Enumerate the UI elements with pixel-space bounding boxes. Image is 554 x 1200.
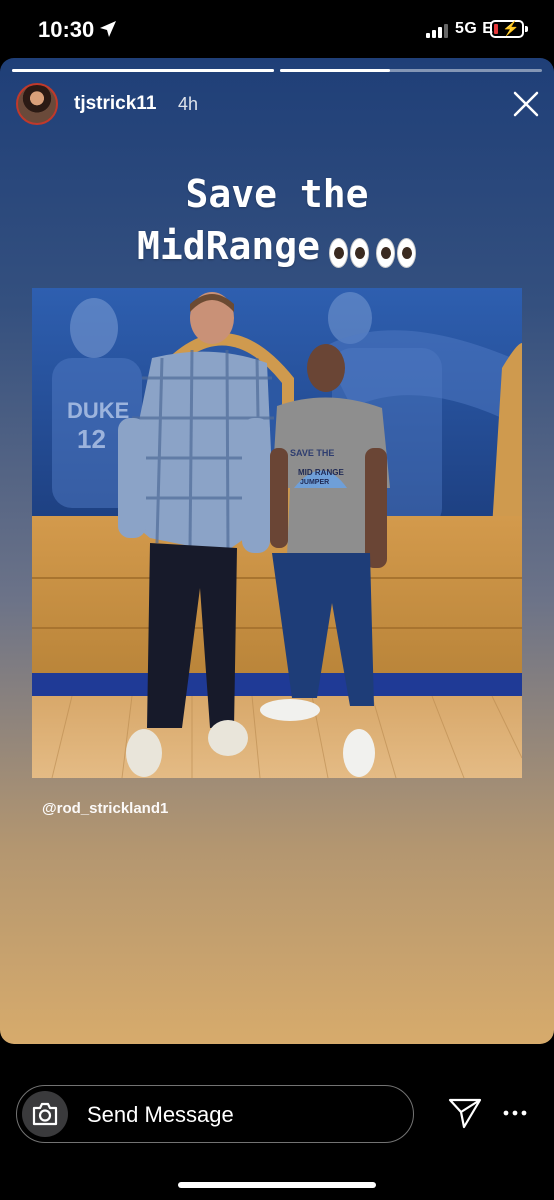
- close-icon[interactable]: [512, 90, 540, 118]
- story-progress-fill-1: [12, 69, 274, 72]
- shirt-text-2: MID RANGE: [298, 468, 344, 477]
- banner-text-duke: DUKE: [67, 398, 129, 423]
- signal-icon: [426, 24, 452, 38]
- camera-icon: [32, 1102, 58, 1126]
- send-icon[interactable]: [448, 1096, 482, 1130]
- battery-charging-icon: ⚡: [490, 20, 528, 38]
- network-label: 5G E: [455, 20, 494, 37]
- eyes-emoji: [328, 229, 417, 269]
- banner-text-number: 12: [77, 424, 106, 454]
- story-progress-fill-2: [280, 69, 391, 72]
- caption-line-1: Save the: [185, 172, 369, 216]
- story-progress-segment-1: [12, 69, 274, 72]
- story-username[interactable]: tjstrick11: [74, 93, 156, 115]
- story-caption: Save the MidRange: [0, 168, 554, 272]
- status-bar: 10:30 5G E ⚡: [0, 0, 554, 60]
- caption-line-2: MidRange: [136, 224, 321, 268]
- status-time: 10:30: [38, 17, 95, 42]
- avatar[interactable]: [16, 83, 58, 125]
- shirt-text-1: SAVE THE: [290, 448, 334, 458]
- story-age: 4h: [178, 94, 199, 114]
- story-progress-segment-2: [280, 69, 542, 72]
- story-mention[interactable]: @rod_strickland1: [42, 800, 168, 817]
- shirt-text-3: JUMPER: [300, 479, 329, 486]
- camera-button[interactable]: [22, 1091, 68, 1137]
- send-message-field[interactable]: Send Message: [16, 1085, 414, 1143]
- story-photo: DUKE 12 SAVE THE MID RANGE JUMPER: [32, 288, 522, 778]
- send-message-placeholder: Send Message: [87, 1102, 234, 1127]
- location-arrow-icon: [100, 21, 116, 37]
- photo-illustration: DUKE 12 SAVE THE MID RANGE JUMPER: [32, 288, 522, 778]
- home-indicator[interactable]: [178, 1182, 376, 1188]
- story-card[interactable]: tjstrick11 4h Save the MidRange DUKE 12 …: [0, 58, 554, 1044]
- more-icon[interactable]: [502, 1103, 528, 1123]
